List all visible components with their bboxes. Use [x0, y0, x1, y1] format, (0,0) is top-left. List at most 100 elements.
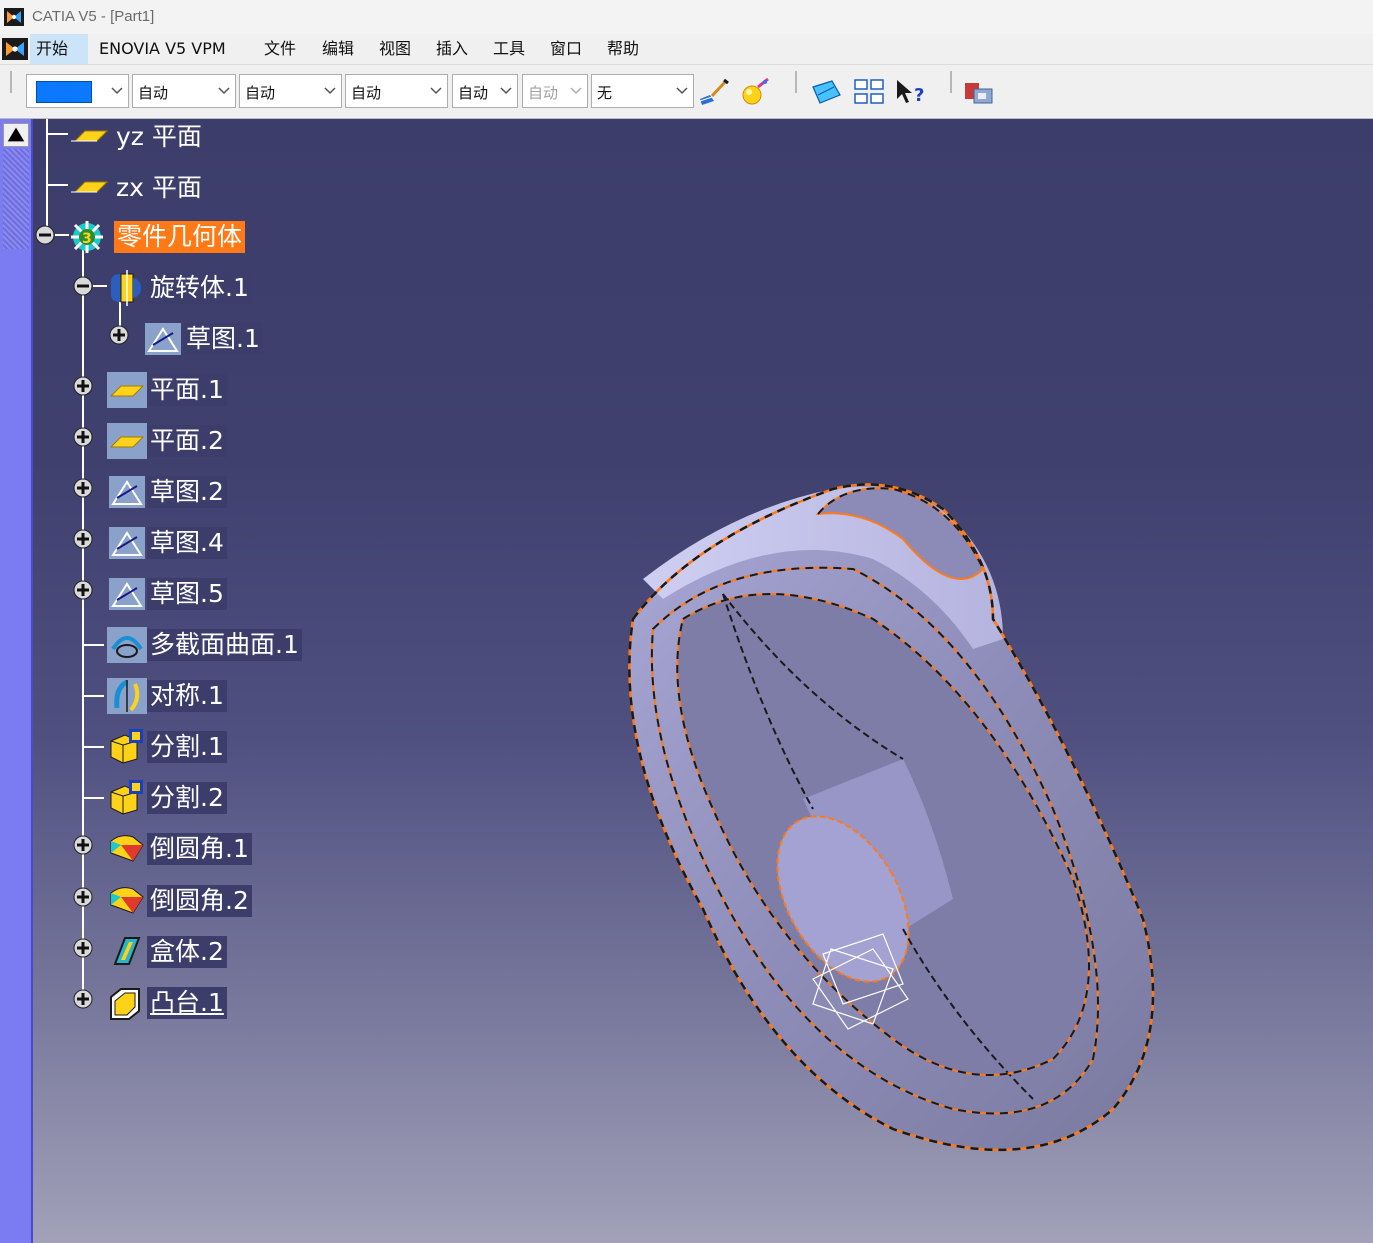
plane-icon [71, 181, 109, 193]
split-icon [110, 780, 143, 815]
catalog-icon[interactable] [853, 77, 887, 107]
tree-scroll-strip [0, 119, 33, 1243]
graphic-properties-toolbar: 自动 自动 自动 自动 自动 无 ? [0, 65, 1373, 119]
expand-plus-icon[interactable] [73, 427, 93, 447]
catia-logo-icon [4, 8, 24, 26]
sketch-plane-icon[interactable] [810, 77, 844, 107]
tree-connector [82, 797, 104, 799]
painter-brush-icon[interactable] [696, 77, 730, 107]
toolbar-grip[interactable] [795, 71, 797, 93]
toolbar-grip[interactable] [950, 71, 952, 93]
plane-icon [107, 372, 147, 408]
title-bar: CATIA V5 - [Part1] [0, 0, 1373, 34]
scroll-up-arrow-icon[interactable] [3, 123, 29, 147]
shell-icon [113, 937, 141, 965]
tree-node-label: 分割.2 [147, 782, 227, 814]
layer-combo[interactable]: 无 [591, 74, 694, 108]
3d-viewport[interactable]: yz 平面 zx 平面 3 零件几何体 旋转体.1 草图.1 平面.1 平面.2… [33, 119, 1373, 1243]
chevron-down-icon [430, 87, 442, 95]
tree-node-label: 对称.1 [147, 680, 227, 712]
collapse-minus-icon[interactable] [35, 225, 55, 245]
tree-connector [82, 746, 104, 748]
whats-this-icon[interactable]: ? [894, 77, 928, 107]
tree-connector [46, 133, 68, 135]
scroll-thumb[interactable] [3, 149, 29, 249]
tree-node-label: 倒圆角.1 [147, 833, 252, 865]
menu-edit[interactable]: 编辑 [316, 34, 360, 64]
pad-icon [110, 988, 140, 1020]
catia-logo-icon[interactable] [2, 38, 28, 60]
point-symbol-combo[interactable]: 自动 [452, 74, 518, 108]
menu-view[interactable]: 视图 [373, 34, 417, 64]
tree-node-label: 零件几何体 [114, 221, 246, 253]
menu-tools[interactable]: 工具 [487, 34, 531, 64]
chevron-down-icon [500, 87, 512, 95]
menu-window[interactable]: 窗口 [544, 34, 588, 64]
part-body-icon: 3 [71, 221, 103, 253]
line-thickness-combo[interactable]: 自动 [239, 74, 342, 108]
symmetry-icon [107, 678, 147, 714]
expand-plus-icon[interactable] [73, 529, 93, 549]
plane-icon [71, 130, 109, 142]
tree-connector [82, 695, 104, 697]
toolbar-grip[interactable] [10, 71, 12, 93]
tree-node-label: 草图.4 [147, 527, 227, 559]
expand-plus-icon[interactable] [73, 887, 93, 907]
tree-connector [55, 234, 69, 236]
menu-insert[interactable]: 插入 [430, 34, 474, 64]
chevron-down-icon [676, 87, 688, 95]
expand-plus-icon[interactable] [73, 938, 93, 958]
multi-body-icon[interactable] [962, 77, 996, 107]
tree-node-label: 草图.5 [147, 578, 227, 610]
svg-text:3: 3 [82, 231, 92, 247]
tree-node-label: yz 平面 [116, 122, 202, 151]
tree-node-label: 平面.2 [147, 425, 227, 457]
tree-node-label: 草图.1 [183, 323, 263, 355]
color-swatch [36, 81, 92, 103]
expand-plus-icon[interactable] [73, 580, 93, 600]
menu-file[interactable]: 文件 [258, 34, 302, 64]
tree-connector [82, 644, 104, 646]
line-type-combo[interactable]: 自动 [345, 74, 448, 108]
color-combo[interactable] [26, 74, 129, 108]
transparency-value: 自动 [138, 84, 169, 102]
sketch-icon [145, 323, 181, 355]
fillet-icon [110, 887, 144, 914]
tree-node-label: 倒圆角.2 [147, 885, 252, 917]
chevron-down-icon [570, 87, 582, 95]
expand-plus-icon[interactable] [73, 376, 93, 396]
tree-node-label: 平面.1 [147, 374, 227, 406]
sketch-icon [109, 476, 145, 508]
render-style-combo: 自动 [522, 74, 588, 108]
point-symbol-value: 自动 [458, 84, 489, 102]
menu-enovia[interactable]: ENOVIA V5 VPM [93, 34, 232, 64]
line-thickness-value: 自动 [245, 84, 276, 102]
tree-connector [46, 119, 48, 236]
tree-node-label: 多截面曲面.1 [147, 629, 302, 661]
menu-start[interactable]: 开始 [30, 34, 88, 64]
line-type-value: 自动 [351, 84, 382, 102]
3d-part-model[interactable] [573, 479, 1193, 1179]
chevron-down-icon [111, 87, 123, 95]
tree-node-label: 旋转体.1 [147, 272, 252, 304]
expand-plus-icon[interactable] [73, 989, 93, 1009]
collapse-minus-icon[interactable] [73, 276, 93, 296]
expand-plus-icon[interactable] [73, 478, 93, 498]
svg-text:?: ? [914, 85, 924, 106]
window-title: CATIA V5 - [Part1] [32, 8, 155, 25]
sketch-icon [109, 578, 145, 610]
expand-plus-icon[interactable] [109, 325, 129, 345]
split-icon [110, 729, 143, 764]
sketch-icon [109, 527, 145, 559]
render-style-value: 自动 [528, 84, 559, 102]
transparency-combo[interactable]: 自动 [132, 74, 236, 108]
chevron-down-icon [324, 87, 336, 95]
tree-node-label: 草图.2 [147, 476, 227, 508]
tree-node-label: 盒体.2 [147, 936, 227, 968]
menu-help[interactable]: 帮助 [601, 34, 645, 64]
multi-section-surface-icon [107, 627, 147, 663]
tree-connector [46, 184, 68, 186]
tree-node-label: 凸台.1 [147, 987, 227, 1019]
graphic-properties-icon[interactable] [740, 77, 774, 107]
expand-plus-icon[interactable] [73, 835, 93, 855]
